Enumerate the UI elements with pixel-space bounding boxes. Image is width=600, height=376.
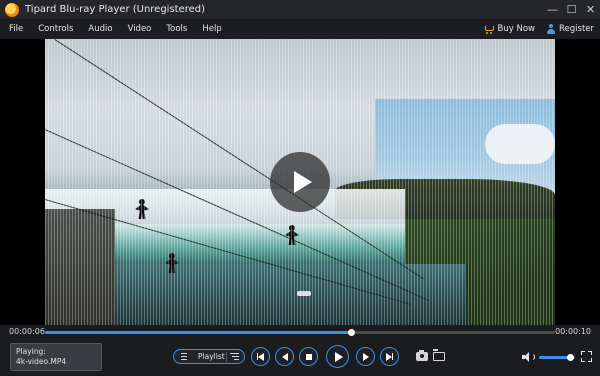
volume-wave-icon	[530, 353, 535, 361]
user-icon	[547, 24, 555, 34]
fast-forward-icon	[362, 352, 369, 361]
minimize-button[interactable]: —	[543, 0, 562, 19]
menu-audio[interactable]: Audio	[88, 24, 112, 34]
register-label: Register	[559, 24, 594, 34]
skip-back-icon-arrow	[258, 352, 265, 361]
progress-row: 00:00:06 00:00:10	[0, 325, 600, 340]
now-playing-panel: Playing: 4k-video.MP4	[10, 343, 102, 371]
time-total: 00:00:10	[555, 327, 591, 336]
title-bar: Tipard Blu-ray Player (Unregistered) — ☐…	[0, 0, 600, 19]
menu-tools[interactable]: Tools	[166, 24, 187, 34]
play-icon	[334, 351, 343, 362]
progress-fill	[45, 331, 351, 334]
play-icon	[293, 171, 312, 193]
video-cliff	[45, 209, 115, 325]
cart-icon	[484, 25, 494, 34]
next-chapter-button[interactable]	[380, 347, 399, 366]
video-zipliner	[163, 253, 181, 275]
maximize-button[interactable]: ☐	[562, 0, 581, 19]
menu-help[interactable]: Help	[202, 24, 221, 34]
fast-forward-button[interactable]	[356, 347, 375, 366]
register-button[interactable]: Register	[547, 24, 594, 34]
window-title: Tipard Blu-ray Player (Unregistered)	[25, 4, 206, 15]
menu-bar: File Controls Audio Video Tools Help Buy…	[0, 19, 600, 39]
skip-forward-icon-bar	[391, 353, 394, 360]
menu-file[interactable]: File	[9, 24, 23, 34]
volume-slider[interactable]	[539, 354, 575, 361]
sort-icon[interactable]	[230, 353, 239, 361]
menu-right-actions: Buy Now Register	[484, 19, 594, 39]
play-button[interactable]	[326, 345, 349, 368]
video-area[interactable]	[0, 39, 600, 325]
volume-handle[interactable]	[566, 354, 574, 361]
rewind-button[interactable]	[275, 347, 294, 366]
snapshot-camera-icon[interactable]	[416, 350, 428, 361]
stop-button[interactable]	[299, 347, 318, 366]
buy-now-button[interactable]: Buy Now	[484, 24, 535, 34]
volume-fill	[539, 356, 570, 359]
rewind-icon	[281, 352, 288, 361]
video-waterfall	[85, 224, 405, 264]
video-cloud	[485, 124, 555, 164]
playlist-toggle[interactable]: Playlist	[173, 349, 245, 364]
now-playing-label: Playing:	[16, 347, 46, 356]
progress-bar[interactable]	[45, 329, 555, 336]
close-button[interactable]: ✕	[581, 0, 600, 19]
fullscreen-icon[interactable]	[581, 351, 592, 362]
window-controls: — ☐ ✕	[543, 0, 600, 19]
menu-controls[interactable]: Controls	[38, 24, 73, 34]
control-bar: Playing: 4k-video.MP4 Playlist	[0, 340, 600, 376]
list-icon	[178, 353, 190, 360]
video-zipliner	[283, 225, 301, 247]
now-playing-file: 4k-video.MP4	[16, 357, 67, 366]
center-play-button[interactable]	[270, 152, 330, 212]
progress-handle[interactable]	[348, 329, 355, 336]
playlist-divider	[226, 352, 227, 362]
previous-chapter-button[interactable]	[251, 347, 270, 366]
playlist-label: Playlist	[198, 352, 225, 361]
app-logo-icon	[5, 2, 19, 17]
buy-now-label: Buy Now	[497, 24, 535, 34]
time-elapsed: 00:00:06	[9, 327, 45, 336]
video-zipliner	[133, 199, 151, 221]
menu-video[interactable]: Video	[128, 24, 152, 34]
stop-icon	[305, 353, 312, 360]
video-boat	[297, 291, 311, 296]
open-folder-icon[interactable]	[433, 349, 445, 361]
